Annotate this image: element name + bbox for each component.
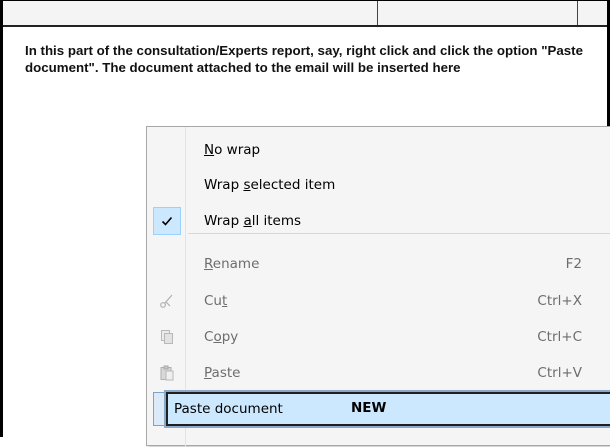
copy-icon bbox=[153, 323, 181, 351]
table-header-cell-2[interactable] bbox=[378, 1, 578, 25]
menu-item-paste[interactable]: Paste Ctrl+V bbox=[147, 356, 610, 390]
new-badge: NEW bbox=[351, 400, 387, 416]
shortcut-label: F2 bbox=[565, 256, 582, 272]
selection-gutter bbox=[153, 392, 165, 426]
table-header-row bbox=[3, 0, 607, 27]
menu-item-cut[interactable]: Cut Ctrl+X bbox=[147, 284, 610, 318]
menu-item-copy[interactable]: Copy Ctrl+C bbox=[147, 320, 610, 354]
paste-document-label: Paste document bbox=[174, 401, 283, 417]
table-header-cell-1[interactable] bbox=[3, 1, 378, 25]
check-icon bbox=[153, 207, 181, 235]
shortcut-label: Ctrl+V bbox=[537, 365, 582, 381]
context-menu: No wrap Wrap selected item Wrap all item… bbox=[146, 126, 610, 447]
menu-item-paste-document[interactable]: Paste document NEW bbox=[166, 392, 610, 426]
shortcut-label: Ctrl+C bbox=[537, 329, 582, 345]
menu-item-wrap-selected[interactable]: Wrap selected item bbox=[147, 168, 610, 202]
table-header-cell-3[interactable] bbox=[578, 1, 607, 25]
menu-item-no-wrap[interactable]: No wrap bbox=[147, 133, 610, 167]
menu-separator bbox=[188, 233, 610, 234]
menu-item-rename[interactable]: Rename F2 bbox=[147, 247, 610, 281]
paste-icon bbox=[153, 359, 181, 387]
shortcut-label: Ctrl+X bbox=[537, 293, 582, 309]
scissors-icon bbox=[153, 287, 181, 315]
instruction-text: In this part of the consultation/Experts… bbox=[25, 43, 583, 75]
